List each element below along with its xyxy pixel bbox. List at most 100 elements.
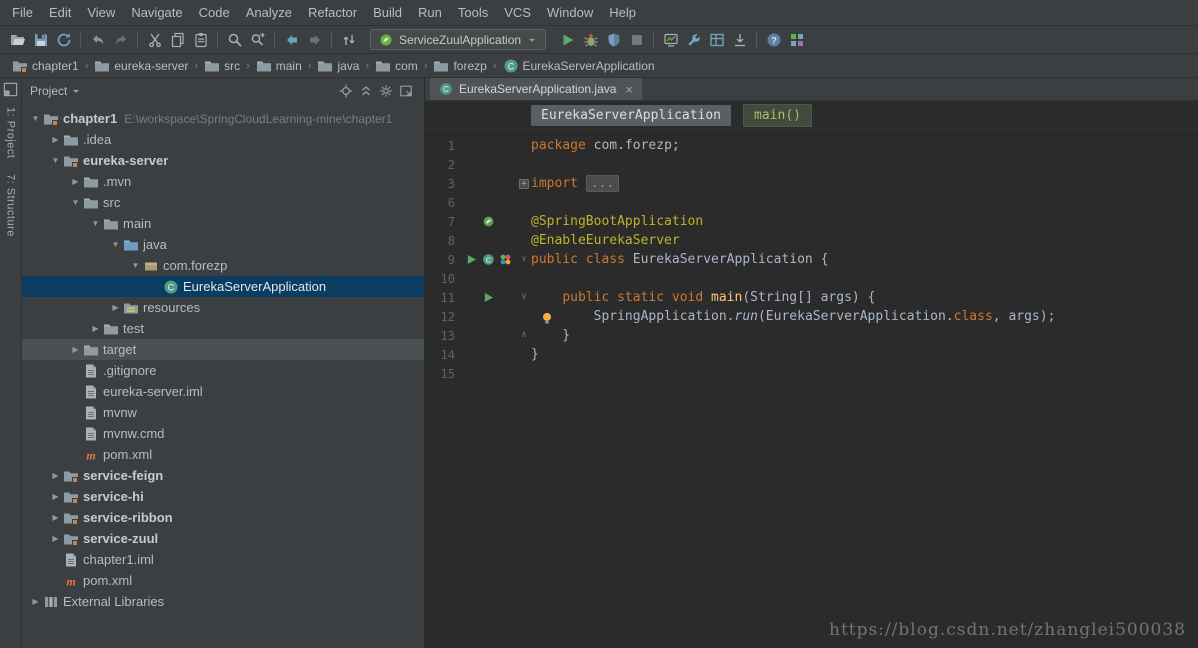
stop-button[interactable] bbox=[625, 28, 648, 51]
fold-marker[interactable]: ∨ bbox=[517, 293, 531, 302]
editor-breadcrumb-eurekaserverapplication[interactable]: EurekaServerApplication bbox=[531, 105, 731, 126]
collapsed-arrow-icon[interactable]: ▶ bbox=[28, 597, 43, 606]
tree-item-eurekaserverapplication[interactable]: CEurekaServerApplication bbox=[22, 276, 424, 297]
locate-button[interactable] bbox=[336, 81, 356, 101]
breadcrumb-main[interactable]: main bbox=[254, 57, 304, 75]
copy-button[interactable] bbox=[166, 28, 189, 51]
save-button[interactable] bbox=[29, 28, 52, 51]
open-button[interactable] bbox=[6, 28, 29, 51]
tool-window-switcher-icon[interactable] bbox=[3, 82, 18, 97]
paste-button[interactable] bbox=[189, 28, 212, 51]
download-button[interactable] bbox=[728, 28, 751, 51]
collapsed-arrow-icon[interactable]: ▶ bbox=[68, 177, 83, 186]
collapsed-arrow-icon[interactable]: ▶ bbox=[48, 471, 63, 480]
tree-item-main[interactable]: ▼main bbox=[22, 213, 424, 234]
editor-breadcrumb-main[interactable]: main() bbox=[743, 104, 812, 127]
tree-item-idea[interactable]: ▶.idea bbox=[22, 129, 424, 150]
tree-item-eureka-server[interactable]: ▼eureka-server bbox=[22, 150, 424, 171]
redo-button[interactable] bbox=[109, 28, 132, 51]
tree-item-eureka-server-iml[interactable]: eureka-server.iml bbox=[22, 381, 424, 402]
menu-item-help[interactable]: Help bbox=[601, 2, 644, 23]
expanded-arrow-icon[interactable]: ▼ bbox=[108, 240, 123, 249]
back-button[interactable] bbox=[280, 28, 303, 51]
tree-item-java[interactable]: ▼java bbox=[22, 234, 424, 255]
run-configuration-select[interactable]: ServiceZuulApplication bbox=[370, 29, 546, 50]
class-gutter-icon[interactable]: C bbox=[482, 253, 495, 266]
intention-bulb-icon[interactable] bbox=[540, 311, 554, 325]
collapsed-arrow-icon[interactable]: ▶ bbox=[48, 513, 63, 522]
menu-item-navigate[interactable]: Navigate bbox=[123, 2, 190, 23]
breadcrumb-com[interactable]: com bbox=[373, 57, 420, 75]
menu-item-file[interactable]: File bbox=[4, 2, 41, 23]
panel-title[interactable]: Project bbox=[30, 84, 67, 98]
tree-item-src[interactable]: ▼src bbox=[22, 192, 424, 213]
code-editor[interactable]: 1package com.forezp;23+import ...67@Spri… bbox=[425, 130, 1198, 648]
menu-item-analyze[interactable]: Analyze bbox=[238, 2, 300, 23]
forward-button[interactable] bbox=[303, 28, 326, 51]
breadcrumb-java[interactable]: java bbox=[315, 57, 361, 75]
run-button[interactable] bbox=[556, 28, 579, 51]
structure-button[interactable] bbox=[785, 28, 808, 51]
collapsed-arrow-icon[interactable]: ▶ bbox=[108, 303, 123, 312]
tree-item-com-forezp[interactable]: ▼com.forezp bbox=[22, 255, 424, 276]
replace-button[interactable] bbox=[246, 28, 269, 51]
fold-marker[interactable]: ∨ bbox=[517, 255, 531, 264]
hide-button[interactable] bbox=[396, 81, 416, 101]
menu-item-run[interactable]: Run bbox=[410, 2, 450, 23]
tree-item-test[interactable]: ▶test bbox=[22, 318, 424, 339]
editor-tab[interactable]: C EurekaServerApplication.java × bbox=[430, 78, 642, 100]
breadcrumb-eurekaserverapplication[interactable]: CEurekaServerApplication bbox=[501, 57, 657, 75]
menu-item-build[interactable]: Build bbox=[365, 2, 410, 23]
menu-item-edit[interactable]: Edit bbox=[41, 2, 79, 23]
expanded-arrow-icon[interactable]: ▼ bbox=[68, 198, 83, 207]
collapsed-arrow-icon[interactable]: ▶ bbox=[88, 324, 103, 333]
project-tool-window-button[interactable]: 1: Project bbox=[5, 107, 17, 158]
breadcrumb-src[interactable]: src bbox=[202, 57, 242, 75]
menu-item-refactor[interactable]: Refactor bbox=[300, 2, 365, 23]
breadcrumb-eureka-server[interactable]: eureka-server bbox=[92, 57, 190, 75]
expanded-arrow-icon[interactable]: ▼ bbox=[28, 114, 43, 123]
coverage-button[interactable] bbox=[602, 28, 625, 51]
breadcrumb-chapter1[interactable]: chapter1 bbox=[10, 57, 81, 75]
collapsed-arrow-icon[interactable]: ▶ bbox=[68, 345, 83, 354]
tree-item-gitignore[interactable]: .gitignore bbox=[22, 360, 424, 381]
collapsed-arrow-icon[interactable]: ▶ bbox=[48, 534, 63, 543]
structure-tool-window-button[interactable]: 7: Structure bbox=[5, 174, 17, 237]
breadcrumb-forezp[interactable]: forezp bbox=[431, 57, 488, 75]
debug-button[interactable] bbox=[579, 28, 602, 51]
tree-item-resources[interactable]: ▶resources bbox=[22, 297, 424, 318]
tree-item-mvnw-cmd[interactable]: mvnw.cmd bbox=[22, 423, 424, 444]
tree-item-service-hi[interactable]: ▶service-hi bbox=[22, 486, 424, 507]
fold-marker[interactable]: ∧ bbox=[517, 331, 531, 340]
settings-button[interactable] bbox=[376, 81, 396, 101]
close-icon[interactable]: × bbox=[625, 83, 633, 96]
tree-item-service-ribbon[interactable]: ▶service-ribbon bbox=[22, 507, 424, 528]
tree-item-target[interactable]: ▶target bbox=[22, 339, 424, 360]
menu-item-view[interactable]: View bbox=[79, 2, 123, 23]
sync-button[interactable] bbox=[52, 28, 75, 51]
menu-item-tools[interactable]: Tools bbox=[450, 2, 496, 23]
collapseall-button[interactable] bbox=[356, 81, 376, 101]
chevron-down-icon[interactable] bbox=[70, 85, 82, 97]
expanded-arrow-icon[interactable]: ▼ bbox=[88, 219, 103, 228]
tree-item-pom-xml[interactable]: mpom.xml bbox=[22, 444, 424, 465]
tree-item-mvn[interactable]: ▶.mvn bbox=[22, 171, 424, 192]
menu-item-code[interactable]: Code bbox=[191, 2, 238, 23]
expanded-arrow-icon[interactable]: ▼ bbox=[128, 261, 143, 270]
table-button[interactable] bbox=[705, 28, 728, 51]
find-button[interactable] bbox=[223, 28, 246, 51]
tree-item-chapter1[interactable]: ▼chapter1E:\workspace\SpringCloudLearnin… bbox=[22, 108, 424, 129]
menu-item-window[interactable]: Window bbox=[539, 2, 601, 23]
collapsed-arrow-icon[interactable]: ▶ bbox=[48, 492, 63, 501]
wrench-button[interactable] bbox=[682, 28, 705, 51]
spring-gutter-icon[interactable] bbox=[482, 215, 495, 228]
tree-item-pom-xml[interactable]: mpom.xml bbox=[22, 570, 424, 591]
cut-button[interactable] bbox=[143, 28, 166, 51]
compare-button[interactable] bbox=[337, 28, 360, 51]
menu-item-vcs[interactable]: VCS bbox=[496, 2, 539, 23]
undo-button[interactable] bbox=[86, 28, 109, 51]
run-gutter-icon[interactable] bbox=[465, 253, 478, 266]
tree-item-service-zuul[interactable]: ▶service-zuul bbox=[22, 528, 424, 549]
fold-marker[interactable]: + bbox=[517, 179, 531, 189]
collapsed-arrow-icon[interactable]: ▶ bbox=[48, 135, 63, 144]
